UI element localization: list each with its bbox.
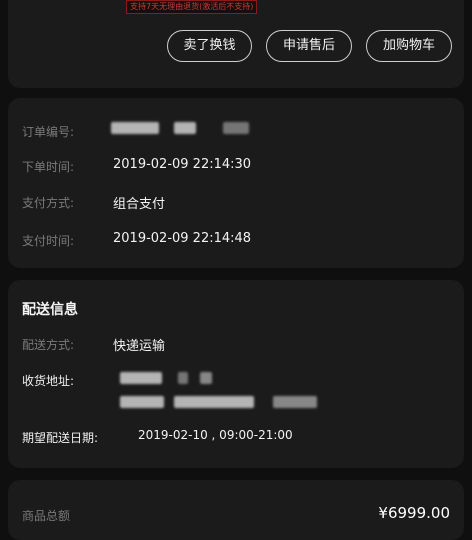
after-sale-button[interactable]: 申请售后 — [266, 30, 352, 62]
order-time-label: 下单时间: — [22, 160, 75, 174]
total-value: ¥6999.00 — [378, 504, 450, 522]
payment-time-value: 2019-02-09 22:14:48 — [113, 231, 252, 246]
address-redacted — [273, 396, 317, 408]
total-card: 商品总额 ¥6999.00 — [8, 480, 464, 540]
delivery-info-card: 配送信息 配送方式: 快递运输 收货地址: 期望配送日期: 2019-02-10… — [8, 280, 464, 468]
address-redacted — [120, 396, 164, 408]
expected-date-label: 期望配送日期: — [22, 431, 99, 445]
order-number-redacted — [111, 122, 159, 134]
delivery-title: 配送信息 — [22, 302, 78, 318]
payment-method-label: 支付方式: — [22, 196, 75, 210]
payment-method-value: 组合支付 — [113, 197, 166, 212]
shipping-address-label: 收货地址: — [22, 374, 75, 388]
expected-date-value: 2019-02-10 , 09:00-21:00 — [138, 428, 293, 442]
delivery-method-label: 配送方式: — [22, 338, 75, 352]
order-number-redacted — [174, 122, 196, 134]
address-redacted — [178, 372, 188, 384]
address-redacted — [174, 396, 254, 408]
order-number-redacted — [223, 122, 249, 134]
delivery-method-value: 快递运输 — [113, 339, 166, 354]
order-info-card: 订单编号: 下单时间: 2019-02-09 22:14:30 支付方式: 组合… — [8, 98, 464, 268]
add-to-cart-button[interactable]: 加购物车 — [366, 30, 452, 62]
return-policy-note: 支持7天无理由退货(激活后不支持) — [126, 0, 258, 14]
address-redacted — [200, 372, 212, 384]
order-time-value: 2019-02-09 22:14:30 — [113, 157, 252, 172]
sell-button[interactable]: 卖了换钱 — [167, 30, 252, 62]
total-label: 商品总额 — [22, 509, 71, 523]
order-number-label: 订单编号: — [22, 125, 75, 139]
address-redacted — [120, 372, 162, 384]
payment-time-label: 支付时间: — [22, 234, 75, 248]
